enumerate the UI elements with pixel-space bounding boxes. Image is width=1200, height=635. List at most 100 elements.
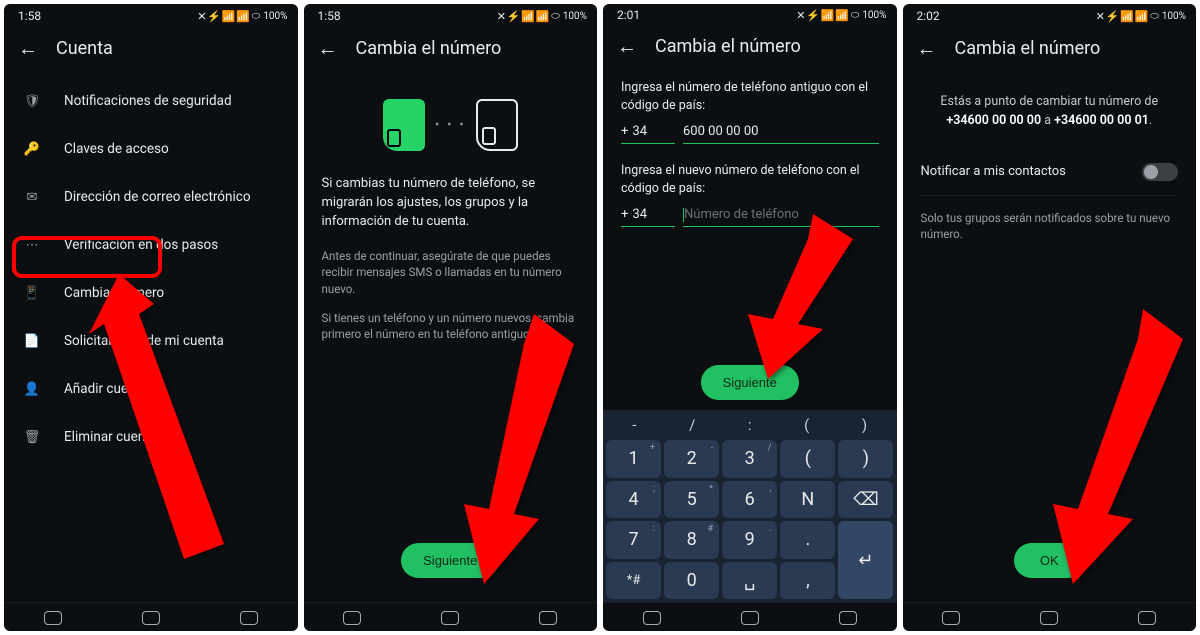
screen-enter-numbers: 2:01 ✕ ⚡ 📶 📶 ⬭ 100% ← Cambia el número I…: [603, 4, 897, 631]
nav-bar: [304, 602, 598, 631]
key-1[interactable]: 1+: [606, 440, 661, 478]
header: ← Cambia el número: [603, 24, 897, 69]
nav-back-icon[interactable]: [240, 611, 258, 625]
toggle-label: Notificar a mis contactos: [921, 164, 1066, 179]
key-enter[interactable]: ↵: [838, 521, 893, 599]
status-bar: 2:01 ✕ ⚡ 📶 📶 ⬭ 100%: [603, 4, 897, 24]
new-number-label: Ingresa el nuevo número de teléfono con …: [621, 162, 879, 197]
ok-button[interactable]: OK: [1014, 543, 1085, 578]
hint-text-2: Si tienes un teléfono y un número nuevos…: [322, 310, 580, 343]
keypad-sym[interactable]: ): [862, 416, 867, 434]
key-backspace[interactable]: ⌫: [838, 481, 893, 519]
sim-new-icon: [476, 99, 518, 151]
screen-confirm: 2:02 ✕ ⚡ 📶 📶 ⬭ 100% ← Cambia el número E…: [903, 4, 1197, 631]
back-icon[interactable]: ←: [18, 36, 38, 61]
menu-request-info[interactable]: 📄 Solicitar info. de mi cuenta: [4, 317, 298, 365]
key-icon: 🔑: [22, 139, 42, 159]
confirm-text: Estás a punto de cambiar tu número de +3…: [921, 81, 1179, 149]
key-2[interactable]: 2-: [664, 440, 719, 478]
old-country-code-input[interactable]: +34: [621, 124, 675, 144]
menu-passkeys[interactable]: 🔑 Claves de acceso: [4, 125, 298, 173]
nav-recent-icon[interactable]: [343, 611, 361, 625]
clock: 2:01: [617, 8, 640, 22]
key-6[interactable]: 6,: [722, 481, 777, 519]
header: ← Cambia el número: [903, 26, 1197, 71]
person-add-icon: 👤: [22, 379, 42, 399]
notify-toggle[interactable]: [1142, 163, 1178, 181]
menu-add-account[interactable]: 👤 Añadir cuenta: [4, 365, 298, 413]
new-number-row: +34 Número de teléfono: [621, 207, 879, 227]
keypad-sym[interactable]: /: [689, 416, 695, 434]
next-button[interactable]: Siguiente: [701, 365, 799, 400]
key-4[interactable]: 4;: [606, 481, 661, 519]
nav-back-icon[interactable]: [539, 611, 557, 625]
clock: 2:02: [917, 9, 940, 23]
menu-label: Solicitar info. de mi cuenta: [64, 333, 224, 349]
note-text: Solo tus grupos serán notificados sobre …: [921, 210, 1179, 243]
sim-illustration: • • •: [322, 81, 580, 175]
key-5[interactable]: 5*: [664, 481, 719, 519]
page-title: Cambia el número: [655, 36, 801, 57]
nav-recent-icon[interactable]: [942, 611, 960, 625]
back-icon[interactable]: ←: [318, 36, 338, 61]
key-dot[interactable]: .: [780, 521, 835, 559]
new-phone-input[interactable]: Número de teléfono: [683, 207, 879, 227]
nav-home-icon[interactable]: [741, 611, 759, 625]
status-icons: ✕ ⚡ 📶 📶 ⬭ 100%: [197, 10, 287, 23]
key-9[interactable]: 9.: [722, 521, 777, 559]
menu-label: Verificación en dos pasos: [64, 237, 218, 253]
status-icons: ✕ ⚡ 📶 📶 ⬭ 100%: [796, 9, 886, 22]
info-text: Si cambias tu número de teléfono, se mig…: [322, 175, 580, 232]
nav-bar: [603, 602, 897, 631]
old-number-row: +34 600 00 00 00: [621, 124, 879, 144]
mail-icon: ✉: [22, 187, 42, 207]
nav-bar: [903, 602, 1197, 631]
key-8[interactable]: 8#: [664, 521, 719, 559]
keypad-symbol-row: - / : ( ): [606, 413, 893, 437]
status-bar: 1:58 ✕ ⚡ 📶 📶 ⬭ 100%: [4, 4, 298, 26]
nav-recent-icon[interactable]: [44, 611, 62, 625]
nav-recent-icon[interactable]: [643, 611, 661, 625]
next-button[interactable]: Siguiente: [401, 543, 499, 578]
key-paren-open[interactable]: (: [780, 440, 835, 478]
keypad-sym[interactable]: (: [804, 416, 809, 434]
menu-delete-account[interactable]: 🗑 Eliminar cuenta: [4, 413, 298, 461]
document-icon: 📄: [22, 331, 42, 351]
key-comma[interactable]: ,: [780, 562, 835, 600]
status-bar: 2:02 ✕ ⚡ 📶 📶 ⬭ 100%: [903, 4, 1197, 26]
menu-list: 🛡 Notificaciones de seguridad 🔑 Claves d…: [4, 71, 298, 467]
pin-icon: ⋯: [22, 235, 42, 255]
trash-icon: 🗑: [22, 427, 42, 447]
menu-label: Eliminar cuenta: [64, 429, 157, 445]
key-space[interactable]: ␣: [722, 562, 777, 600]
key-3[interactable]: 3/: [722, 440, 777, 478]
status-icons: ✕ ⚡ 📶 📶 ⬭ 100%: [497, 10, 587, 23]
nav-home-icon[interactable]: [142, 611, 160, 625]
menu-two-step[interactable]: ⋯ Verificación en dos pasos: [4, 221, 298, 269]
back-icon[interactable]: ←: [917, 36, 937, 61]
header: ← Cuenta: [4, 26, 298, 71]
key-7[interactable]: 7:: [606, 521, 661, 559]
key-0[interactable]: 0: [664, 562, 719, 600]
menu-change-number[interactable]: 📱 Cambiar número: [4, 269, 298, 317]
numeric-keypad: - / : ( ) 1+ 2- 3/ ( ) 4; 5* 6, N ⌫ 7: 8…: [603, 410, 897, 602]
clock: 1:58: [318, 9, 341, 23]
key-paren-close[interactable]: ): [838, 440, 893, 478]
menu-label: Cambiar número: [64, 285, 164, 301]
nav-home-icon[interactable]: [1040, 611, 1058, 625]
nav-back-icon[interactable]: [839, 611, 857, 625]
clock: 1:58: [18, 9, 41, 23]
nav-home-icon[interactable]: [441, 611, 459, 625]
nav-back-icon[interactable]: [1138, 611, 1156, 625]
key-n[interactable]: N: [780, 481, 835, 519]
key-symbols[interactable]: *#: [606, 562, 661, 600]
menu-label: Claves de acceso: [64, 141, 169, 157]
keypad-sym[interactable]: -: [632, 416, 636, 434]
new-country-code-input[interactable]: +34: [621, 207, 675, 227]
menu-email[interactable]: ✉ Dirección de correo electrónico: [4, 173, 298, 221]
old-phone-input[interactable]: 600 00 00 00: [683, 124, 879, 144]
menu-security-notifications[interactable]: 🛡 Notificaciones de seguridad: [4, 77, 298, 125]
page-title: Cambia el número: [356, 38, 502, 59]
back-icon[interactable]: ←: [617, 34, 637, 59]
keypad-sym[interactable]: :: [748, 416, 752, 434]
